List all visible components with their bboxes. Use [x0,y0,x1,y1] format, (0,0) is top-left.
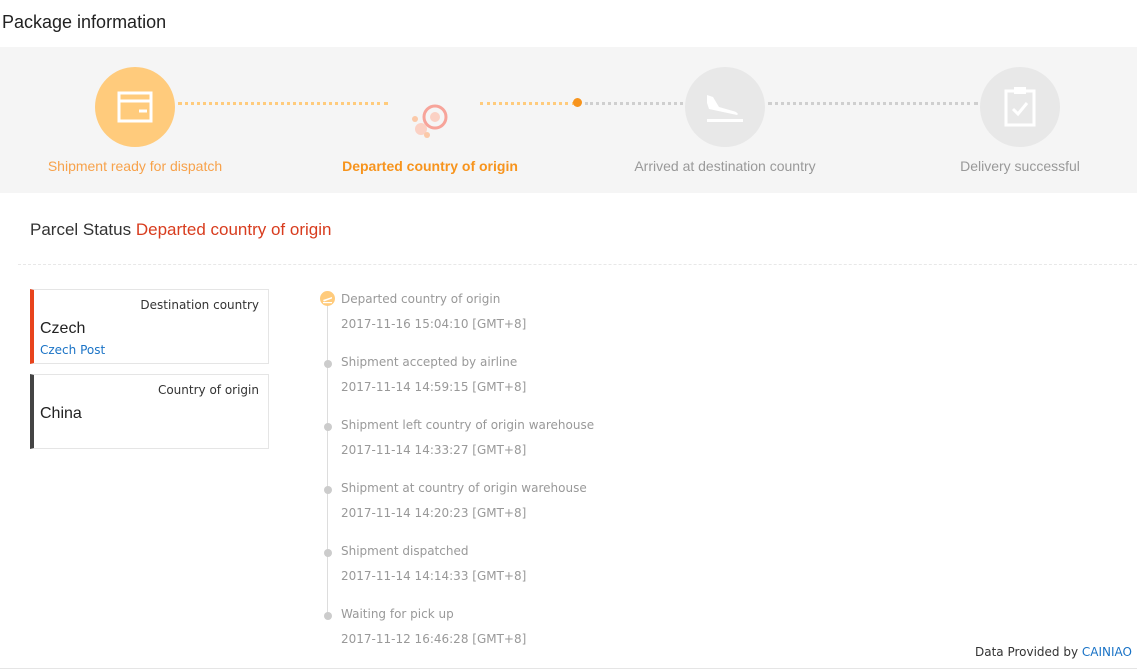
event-description: Departed country of origin [341,292,501,306]
step-1-circle [95,67,175,147]
event-description: Waiting for pick up [341,607,454,621]
step-label-delivered: Delivery successful [960,158,1080,174]
provider-link[interactable]: CAINIAO [1082,645,1132,659]
timeline-dot [324,612,332,620]
event-description: Shipment left country of origin warehous… [341,418,595,432]
parcel-status: Parcel Status Departed country of origin [30,220,331,240]
event-timestamp: 2017-11-14 14:33:27 [GMT+8] [341,443,527,457]
progress-connector [178,102,388,105]
timeline-dot [324,360,332,368]
event-description: Shipment at country of origin warehouse [341,481,587,495]
event-timestamp: 2017-11-14 14:20:23 [GMT+8] [341,506,527,520]
divider [0,668,1137,669]
step-3-circle [685,67,765,147]
progress-connector [480,102,575,105]
timeline-dot [324,549,332,557]
carrier-link[interactable]: Czech Post [40,343,105,357]
step-2-circle [405,95,455,145]
destination-type-label: Destination country [140,298,259,312]
clipboard-check-icon [1004,87,1036,127]
timeline-line [327,300,328,615]
event-description: Shipment dispatched [341,544,469,558]
step-label-departed: Departed country of origin [342,158,518,174]
destination-country-name: Czech [40,320,86,337]
event-timestamp: 2017-11-14 14:14:33 [GMT+8] [341,569,527,583]
timeline-dot [324,423,332,431]
event-timestamp: 2017-11-14 14:59:15 [GMT+8] [341,380,527,394]
origin-card: Country of origin China [30,374,269,449]
parcel-status-label: Parcel Status [30,220,132,239]
event-timestamp: 2017-11-16 15:04:10 [GMT+8] [341,317,527,331]
parcel-status-value: Departed country of origin [135,220,332,239]
box-icon [117,91,153,123]
progress-connector [768,102,978,105]
destination-card: Destination country Czech Czech Post [30,289,269,364]
plane-landing-icon [707,95,743,122]
event-description: Shipment accepted by airline [341,355,518,369]
step-label-ready: Shipment ready for dispatch [47,158,223,174]
data-provider-label: Data Provided by [974,645,1079,659]
step-4-circle [980,67,1060,147]
origin-country-name: China [40,405,82,422]
origin-type-label: Country of origin [157,383,259,397]
plane-departure-icon [320,291,335,306]
page-title: Package information [2,12,167,32]
timeline-dot [324,486,332,494]
stamp-icon [412,104,448,138]
progress-stepper: Shipment ready for dispatch Departed cou… [0,47,1137,193]
divider [18,264,1137,265]
current-position-dot [573,98,582,107]
data-provider: Data Provided by CAINIAO [975,645,1132,659]
progress-connector [585,102,683,105]
event-timestamp: 2017-11-12 16:46:28 [GMT+8] [341,632,527,646]
step-label-arrived: Arrived at destination country [634,158,816,174]
